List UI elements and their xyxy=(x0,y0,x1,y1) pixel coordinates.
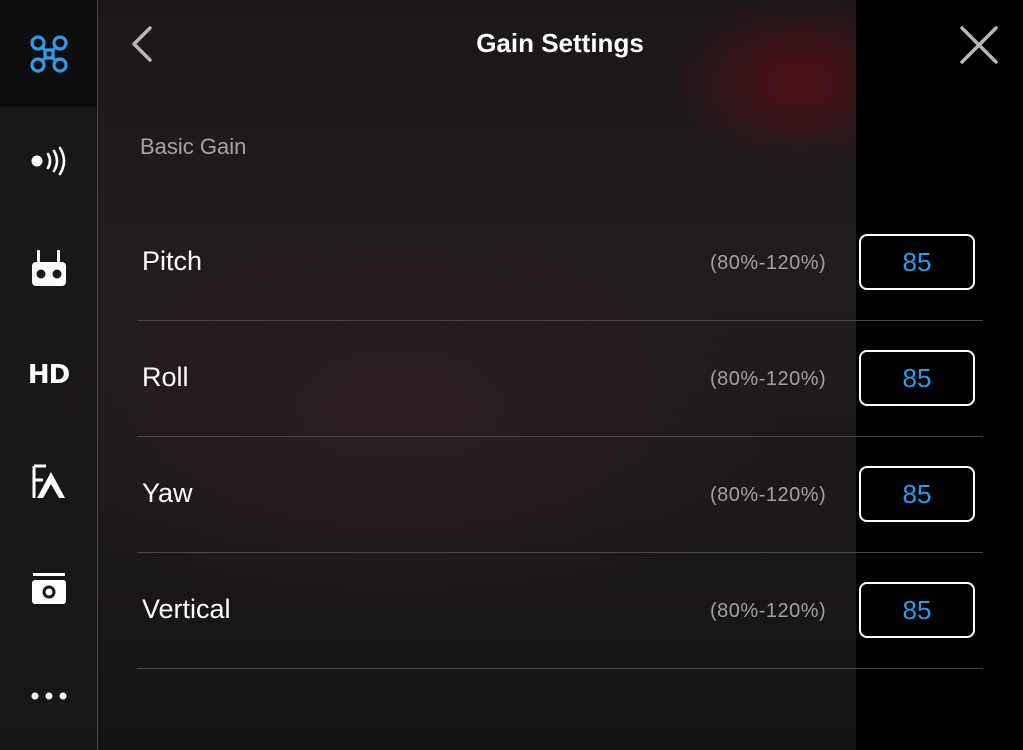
sidebar-item-flight[interactable] xyxy=(0,428,97,535)
section-label-basic-gain: Basic Gain xyxy=(140,134,247,159)
sidebar-item-hd[interactable]: HD xyxy=(0,321,97,428)
roll-gain-input[interactable] xyxy=(859,350,975,406)
chevron-left-icon xyxy=(126,26,160,68)
flight-instruction-icon xyxy=(29,462,69,502)
gain-row-pitch: Pitch (80%-120%) xyxy=(137,204,983,321)
gain-settings-screen: HD Gain Settings Basic Gain Pitch (80%-1… xyxy=(0,0,1023,750)
page-title: Gain Settings xyxy=(476,28,644,58)
remote-controller-icon xyxy=(29,248,69,288)
hd-icon: HD xyxy=(27,359,70,390)
close-button[interactable] xyxy=(958,24,1000,66)
sidebar-item-remote[interactable] xyxy=(0,214,97,321)
pitch-gain-input[interactable] xyxy=(859,234,975,290)
drone-icon xyxy=(29,34,69,74)
gain-range: (80%-120%) xyxy=(710,252,827,274)
camera-icon xyxy=(29,569,69,609)
close-icon xyxy=(958,26,1000,70)
settings-sidebar: HD xyxy=(0,0,98,750)
gain-range: (80%-120%) xyxy=(710,484,827,506)
gain-range: (80%-120%) xyxy=(710,368,827,390)
gain-row-yaw: Yaw (80%-120%) xyxy=(137,436,983,553)
sidebar-item-signal[interactable] xyxy=(0,107,97,214)
gain-range: (80%-120%) xyxy=(710,600,827,622)
sidebar-item-more[interactable] xyxy=(0,642,97,749)
yaw-gain-input[interactable] xyxy=(859,466,975,522)
gain-label: Roll xyxy=(142,362,189,392)
gain-row-roll: Roll (80%-120%) xyxy=(137,320,983,437)
gain-row-vertical: Vertical (80%-120%) xyxy=(137,552,983,669)
gain-label: Vertical xyxy=(142,594,231,624)
more-icon xyxy=(29,691,69,701)
sidebar-item-aircraft[interactable] xyxy=(0,0,97,107)
vertical-gain-input[interactable] xyxy=(859,582,975,638)
signal-icon xyxy=(29,146,69,176)
sidebar-item-camera[interactable] xyxy=(0,535,97,642)
gain-label: Yaw xyxy=(142,478,193,508)
back-button[interactable] xyxy=(126,24,160,64)
gain-label: Pitch xyxy=(142,246,203,276)
